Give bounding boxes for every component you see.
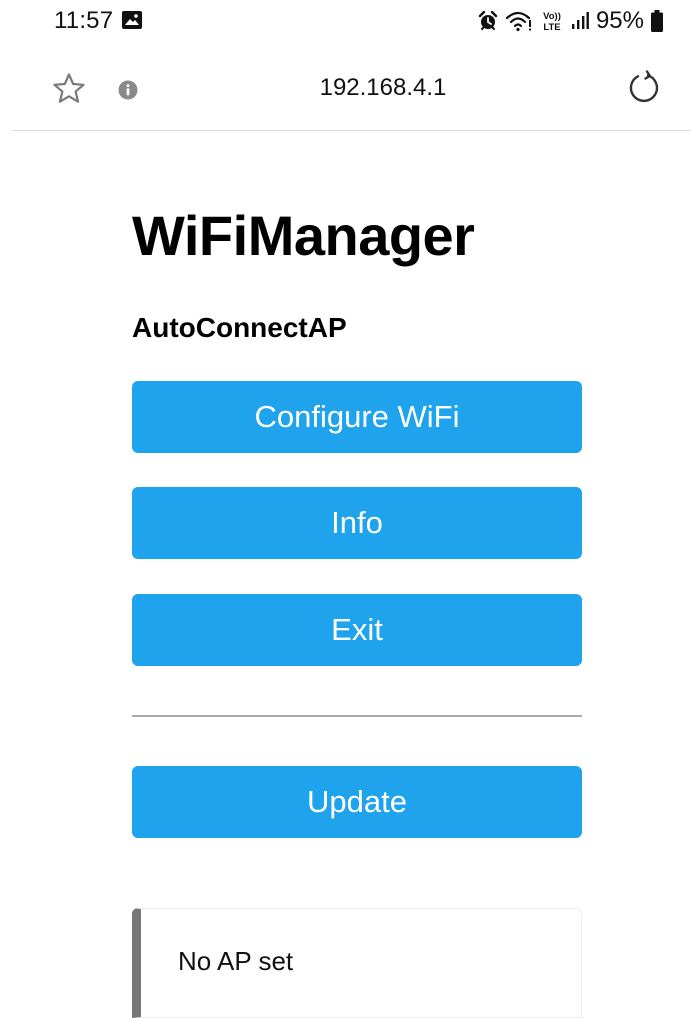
- gallery-icon: [122, 11, 142, 29]
- update-button[interactable]: Update: [132, 766, 582, 838]
- volte-bottom-label: LTE: [543, 22, 560, 33]
- url-display[interactable]: 192.168.4.1: [0, 74, 691, 102]
- alarm-icon: [478, 11, 498, 30]
- status-message: No AP set: [178, 946, 294, 976]
- page-subtitle: AutoConnectAP: [132, 312, 347, 343]
- url-text: 192.168.4.1: [319, 74, 447, 101]
- battery-icon: [651, 10, 663, 32]
- browser-divider: [12, 130, 691, 131]
- exit-button[interactable]: Exit: [132, 594, 582, 666]
- volte-icon: Vo)) LTE: [543, 11, 561, 33]
- status-message-box: No AP set: [132, 908, 582, 1018]
- battery-percent: 95%: [595, 7, 644, 34]
- wifi-icon: [505, 11, 531, 32]
- browser-address-bar: 192.168.4.1: [0, 58, 691, 128]
- status-time: 11:57: [54, 7, 114, 34]
- volte-top-label: Vo)): [543, 11, 561, 22]
- status-icons: Vo)) LTE 95%: [478, 6, 663, 36]
- configure-wifi-button[interactable]: Configure WiFi: [132, 381, 582, 453]
- content-divider: [132, 715, 582, 717]
- page-title: WiFiManager: [132, 204, 475, 267]
- info-button[interactable]: Info: [132, 487, 582, 559]
- reload-icon[interactable]: [626, 70, 662, 106]
- signal-icon: [571, 12, 589, 29]
- status-bar: 11:57 Vo)) LTE 95%: [0, 0, 691, 44]
